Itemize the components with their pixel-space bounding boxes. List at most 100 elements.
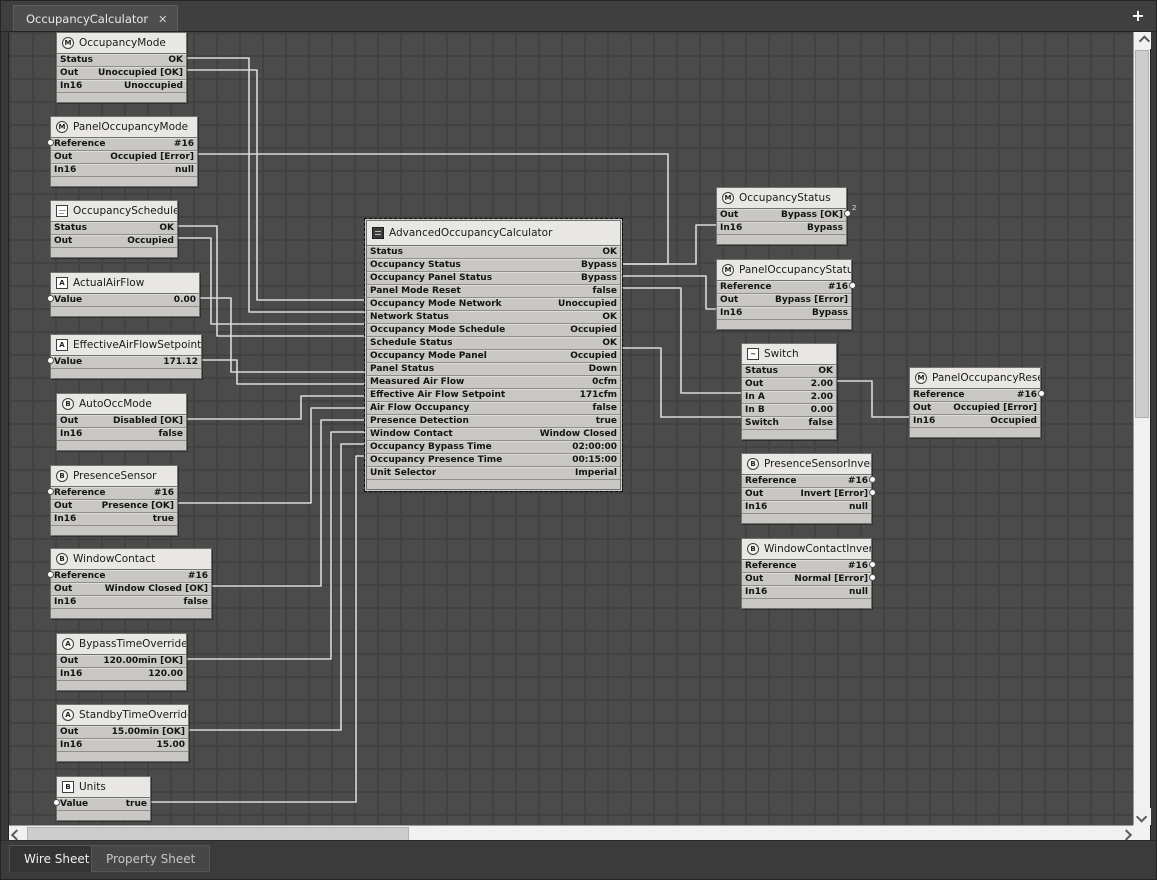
block-row[interactable]: Reference#16 — [51, 138, 197, 151]
block-row[interactable]: Occupancy Mode NetworkUnoccupied — [367, 298, 620, 311]
block-row[interactable]: In A2.00 — [742, 391, 836, 404]
wire[interactable] — [837, 381, 909, 417]
block-row[interactable]: Presence Detectiontrue — [367, 415, 620, 428]
block-standbytimeoverride[interactable]: AStandbyTimeOverrideOut15.00min [OK]In16… — [56, 704, 189, 762]
block-row[interactable]: Switchfalse — [742, 417, 836, 430]
input-port[interactable] — [47, 139, 54, 146]
block-row[interactable]: OutPresence [OK] — [51, 500, 177, 513]
block-row[interactable]: Network StatusOK — [367, 311, 620, 324]
block-occupancystatus[interactable]: MOccupancyStatusOutBypass [OK]In16Bypass — [716, 187, 847, 245]
output-port[interactable] — [849, 282, 856, 289]
block-row[interactable]: Reference#16 — [742, 560, 871, 573]
output-port[interactable] — [869, 574, 876, 581]
block-actualairflow[interactable]: AActualAirFlowValue0.00 — [50, 272, 200, 317]
output-port[interactable] — [844, 210, 851, 217]
block-row[interactable]: Out15.00min [OK] — [57, 726, 188, 739]
block-row[interactable]: In16Bypass — [717, 307, 851, 320]
vertical-scrollbar[interactable] — [1133, 32, 1150, 825]
block-row[interactable]: Occupancy Presence Time00:15:00 — [367, 454, 620, 467]
block-row[interactable]: Occupancy Bypass Time02:00:00 — [367, 441, 620, 454]
block-row[interactable]: Value0.00 — [51, 294, 199, 307]
block-row[interactable]: OutOccupied [Error] — [51, 151, 197, 164]
block-row[interactable]: Window ContactWindow Closed — [367, 428, 620, 441]
scroll-up-button[interactable] — [1134, 32, 1151, 49]
output-port[interactable] — [869, 476, 876, 483]
block-advancedoccupancycalculator[interactable]: AdvancedOccupancyCalculatorStatusOKOccup… — [366, 220, 621, 490]
block-row[interactable]: Measured Air Flow0cfm — [367, 376, 620, 389]
block-row[interactable]: In16null — [742, 501, 871, 514]
block-row[interactable]: OutNormal [Error] — [742, 573, 871, 586]
block-row[interactable]: Occupancy StatusBypass — [367, 259, 620, 272]
close-tab-icon[interactable]: ✕ — [158, 13, 167, 26]
block-row[interactable]: Air Flow Occupancyfalse — [367, 402, 620, 415]
input-port[interactable] — [47, 488, 54, 495]
block-paneloccupancyreset[interactable]: MPanelOccupancyResetReference#16OutOccup… — [909, 367, 1041, 438]
block-row[interactable]: In16false — [57, 428, 186, 441]
block-row[interactable]: OutWindow Closed [OK] — [51, 583, 211, 596]
block-bypasstimeoverride[interactable]: ABypassTimeOverrideOut120.00min [OK]In16… — [56, 633, 187, 691]
block-row[interactable]: OutBypass [OK] — [717, 209, 846, 222]
block-row[interactable]: StatusOK — [742, 365, 836, 378]
block-presencesensor[interactable]: BPresenceSensorReference#16OutPresence [… — [50, 465, 178, 536]
block-row[interactable]: In16Occupied — [910, 415, 1040, 428]
block-row[interactable]: In16Bypass — [717, 222, 846, 235]
block-row[interactable]: In16null — [742, 586, 871, 599]
block-row[interactable]: Unit SelectorImperial — [367, 467, 620, 480]
block-row[interactable]: Occupancy Panel StatusBypass — [367, 272, 620, 285]
block-row[interactable]: Occupancy Mode PanelOccupied — [367, 350, 620, 363]
block-row[interactable]: Reference#16 — [51, 570, 211, 583]
new-tab-button[interactable]: + — [1128, 5, 1148, 27]
wire[interactable] — [187, 432, 366, 659]
block-row[interactable]: StatusOK — [367, 246, 620, 259]
block-row[interactable]: StatusOK — [51, 222, 177, 235]
block-row[interactable]: OutInvert [Error] — [742, 488, 871, 501]
block-row[interactable]: OutBypass [Error] — [717, 294, 851, 307]
block-row[interactable]: Reference#16 — [742, 475, 871, 488]
block-row[interactable]: Effective Air Flow Setpoint171cfm — [367, 389, 620, 402]
wire[interactable] — [187, 70, 366, 300]
block-row[interactable]: Schedule StatusOK — [367, 337, 620, 350]
block-effectiveairflowsetpoint[interactable]: AEffectiveAirFlowSetpointValue171.12 — [50, 334, 202, 379]
block-row[interactable]: In16null — [51, 164, 197, 177]
block-autooccmode[interactable]: BAutoOccModeOutDisabled [OK]In16false — [56, 393, 187, 451]
block-row[interactable]: Panel Mode Resetfalse — [367, 285, 620, 298]
block-paneloccupancymode[interactable]: MPanelOccupancyModeReference#16OutOccupi… — [50, 116, 198, 187]
block-windowcontact[interactable]: BWindowContactReference#16OutWindow Clos… — [50, 548, 212, 619]
wire-sheet-canvas[interactable]: MOccupancyModeStatusOKOutUnoccupied [OK]… — [9, 32, 1133, 825]
block-row[interactable]: In16Unoccupied — [57, 80, 186, 93]
block-row[interactable]: Value171.12 — [51, 356, 201, 369]
wire[interactable] — [178, 408, 366, 503]
block-row[interactable]: Reference#16 — [51, 487, 177, 500]
block-row[interactable]: Out2.00 — [742, 378, 836, 391]
input-port[interactable] — [47, 357, 54, 364]
block-row[interactable]: OutOccupied — [51, 235, 177, 248]
block-switch[interactable]: ~SwitchStatusOKOut2.00In A2.00In B0.00Sw… — [741, 343, 837, 440]
wire[interactable] — [200, 298, 366, 372]
block-row[interactable]: In16120.00 — [57, 668, 186, 681]
block-row[interactable]: OutOccupied [Error] — [910, 402, 1040, 415]
input-port[interactable] — [53, 799, 60, 806]
wire[interactable] — [189, 444, 366, 730]
block-row[interactable]: StatusOK — [57, 54, 186, 67]
wire[interactable] — [178, 226, 366, 336]
block-row[interactable]: Valuetrue — [57, 798, 150, 811]
block-presencesensorinvert[interactable]: BPresenceSensorInvertReference#16OutInve… — [741, 453, 872, 524]
block-row[interactable]: OutUnoccupied [OK] — [57, 67, 186, 80]
wire[interactable] — [178, 238, 366, 324]
wire[interactable] — [621, 276, 716, 309]
block-row[interactable]: Panel StatusDown — [367, 363, 620, 376]
block-row[interactable]: In1615.00 — [57, 739, 188, 752]
block-row[interactable]: Occupancy Mode ScheduleOccupied — [367, 324, 620, 337]
wire[interactable] — [187, 58, 366, 312]
block-units[interactable]: BUnitsValuetrue — [56, 776, 151, 821]
output-port[interactable] — [869, 561, 876, 568]
block-row[interactable]: Reference#16 — [717, 281, 851, 294]
input-port[interactable] — [47, 295, 54, 302]
tab-property-sheet[interactable]: Property Sheet — [91, 845, 210, 872]
block-occupancymode[interactable]: MOccupancyModeStatusOKOutUnoccupied [OK]… — [56, 32, 187, 103]
block-row[interactable]: Reference#16 — [910, 389, 1040, 402]
horizontal-scroll-thumb[interactable] — [27, 827, 409, 841]
block-paneloccupancystatus[interactable]: MPanelOccupancyStatusReference#16OutBypa… — [716, 259, 852, 330]
vertical-scroll-thumb[interactable] — [1135, 50, 1149, 418]
block-row[interactable]: In B0.00 — [742, 404, 836, 417]
